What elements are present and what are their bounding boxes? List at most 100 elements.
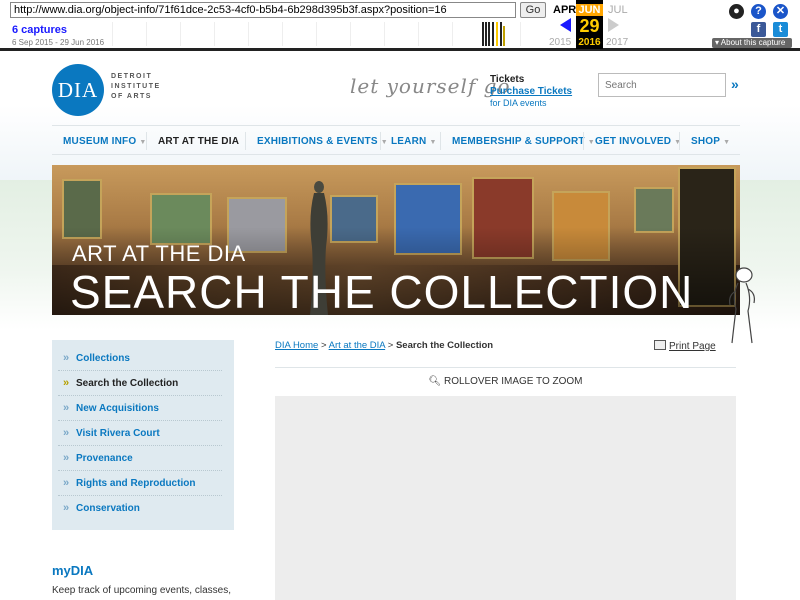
chevron-down-icon: ▼ [429,139,437,146]
double-chevron-icon: » [63,502,70,514]
breadcrumb-link-art-at-the-dia[interactable]: Art at the DIA [329,340,386,351]
sparkline-gridline [316,22,317,46]
sidebar-item-label: Search the Collection [76,378,179,389]
sparkline-bar [496,22,498,46]
wayback-url-input[interactable] [10,2,516,18]
nav-get-involved[interactable]: GET INVOLVED ▼ [595,136,681,147]
sparkline-bar [503,26,505,46]
mascot-illustration [729,267,755,344]
double-chevron-icon: » [63,477,70,489]
logo-text-line: OF ARTS [111,93,152,100]
chevron-down-icon: ▼ [674,139,682,146]
nav-art-at-the-dia[interactable]: ART AT THE DIA [158,136,239,147]
double-chevron-icon: » [63,352,70,364]
print-page-label: Print Page [669,341,716,352]
breadcrumb-separator: > [320,340,327,351]
nav-label: LEARN [391,136,427,147]
sparkline-bar [500,22,502,46]
wayback-year-prev[interactable]: 2015 [549,37,571,48]
nav-label: MEMBERSHIP & SUPPORT [452,136,585,147]
sidebar-item-search-the-collection[interactable]: » Search the Collection [58,371,222,396]
sparkline-gridline [180,22,181,46]
sparkline-gridline [112,22,113,46]
sidebar-item-rights-and-reproduction[interactable]: » Rights and Reproduction [58,471,222,496]
sparkline-gridline [146,22,147,46]
main-nav: MUSEUM INFO ▼ ART AT THE DIA EXHIBITIONS … [52,125,740,155]
wayback-go-button[interactable]: Go [520,2,546,18]
facebook-icon[interactable]: f [751,22,766,37]
nav-divider [440,132,441,150]
sidebar-item-label: Provenance [76,453,133,464]
sidebar-item-collections[interactable]: » Collections [58,346,222,371]
purchase-tickets-link[interactable]: Purchase Tickets [490,86,572,97]
nav-label: EXHIBITIONS & EVENTS [257,136,378,147]
nav-shop[interactable]: SHOP ▼ [691,136,730,147]
help-icon[interactable]: ? [751,4,766,19]
nav-exhibitions-events[interactable]: EXHIBITIONS & EVENTS ▼ [257,136,388,147]
sparkline-gridline [248,22,249,46]
nav-membership-support[interactable]: MEMBERSHIP & SUPPORT ▼ [452,136,595,147]
sparkline-gridline [520,22,521,46]
sidebar-item-label: Rights and Reproduction [76,478,196,489]
magnifier-icon: 🔍︎ [428,376,442,387]
sparkline-gridline [350,22,351,46]
breadcrumb-link-home[interactable]: DIA Home [275,340,318,351]
sparkline-bar [488,22,490,46]
sidebar-item-label: Conservation [76,503,140,514]
nav-learn[interactable]: LEARN ▼ [391,136,437,147]
artwork-image-viewer[interactable] [275,396,736,600]
tickets-heading: Tickets [490,74,525,85]
tickets-subtitle: for DIA events [490,98,547,108]
nav-divider [245,132,246,150]
wayback-year-current: 2016 [578,37,601,48]
twitter-icon[interactable]: t [773,22,788,37]
sparkline-gridline [384,22,385,46]
printer-icon [654,340,666,350]
sparkline-gridline [418,22,419,46]
breadcrumb-separator: > [387,340,394,351]
nav-label: SHOP [691,136,721,147]
sidebar-menu: » Collections » Search the Collection » New… [58,346,222,521]
wayback-captures-link[interactable]: 6 captures [12,24,67,36]
nav-label: MUSEUM INFO [63,136,137,147]
sidebar-item-visit-rivera-court[interactable]: » Visit Rivera Court [58,421,222,446]
chevron-down-icon: ▼ [587,139,595,146]
sidebar-item-provenance[interactable]: » Provenance [58,446,222,471]
nav-label: GET INVOLVED [595,136,672,147]
search-go-icon[interactable]: » [731,76,739,92]
sparkline-gridline [452,22,453,46]
dia-logo[interactable]: DIA [52,64,104,116]
sparkline-bar [485,22,487,46]
nav-divider [146,132,147,150]
wayback-month-prev[interactable]: APR [553,4,576,16]
user-icon[interactable]: ● [729,4,744,19]
wayback-year-next: 2017 [606,37,629,48]
search-input[interactable] [598,73,726,97]
zoom-hint: 🔍︎ ROLLOVER IMAGE TO ZOOM [275,376,736,387]
sparkline-gridline [282,22,283,46]
breadcrumb-current: Search the Collection [395,340,494,351]
banner-subtitle: ART AT THE DIA [72,241,246,266]
sidebar-item-conservation[interactable]: » Conservation [58,496,222,521]
wayback-about-capture-button[interactable]: ▾ About this capture [712,38,792,48]
wayback-next-arrow-icon [608,18,619,32]
double-chevron-icon: » [63,427,70,439]
wayback-prev-arrow-icon[interactable] [560,18,571,32]
wayback-month-current: JUN [576,4,603,16]
nav-label: ART AT THE DIA [158,136,240,147]
wayback-month-next: JUL [608,4,628,16]
chevron-down-icon: ▼ [723,139,731,146]
sidebar-item-label: Visit Rivera Court [76,428,160,439]
divider [275,367,736,368]
sidebar-item-new-acquisitions[interactable]: » New Acquisitions [58,396,222,421]
zoom-hint-label: ROLLOVER IMAGE TO ZOOM [443,376,583,387]
wayback-sparkline[interactable] [100,22,545,46]
nav-divider [679,132,680,150]
double-chevron-icon: » [63,402,70,414]
sparkline-bar [482,22,484,46]
close-icon[interactable]: ✕ [773,4,788,19]
double-chevron-icon: » [63,452,70,464]
print-page-button[interactable]: Print Page [654,340,716,352]
nav-museum-info[interactable]: MUSEUM INFO ▼ [63,136,146,147]
sidebar-item-label: Collections [76,353,130,364]
